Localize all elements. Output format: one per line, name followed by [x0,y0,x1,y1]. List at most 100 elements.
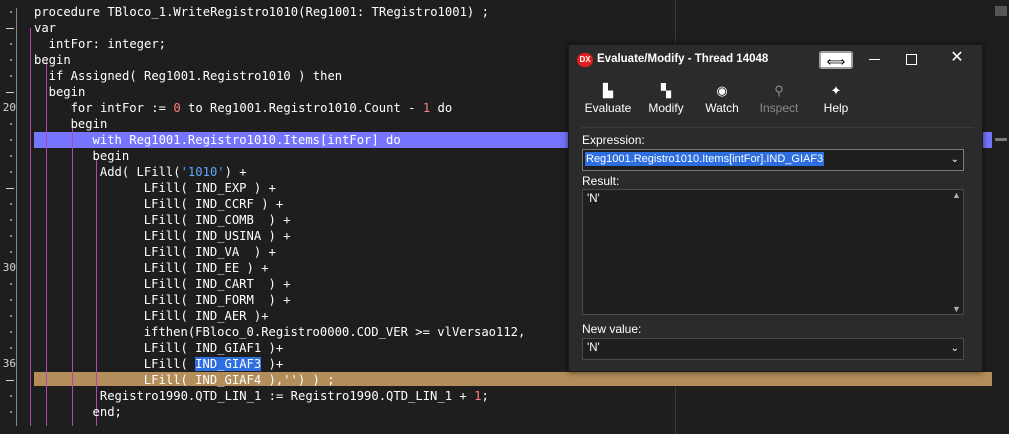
code-line[interactable]: begin [93,148,130,164]
fold-line [16,8,17,426]
dock-toggle-button[interactable]: ⟺ [819,51,853,69]
line-marker [6,28,14,29]
code-line[interactable]: intFor: integer; [49,36,166,52]
expression-label: Expression: [582,133,645,147]
watch-icon: ◉ [716,83,728,98]
chevron-down-icon[interactable]: ⌄ [951,343,959,354]
code-token: LFill( IND_VA ) + [143,245,276,259]
code-line[interactable]: LFill( IND_GIAF4 ),'') ) ; [144,372,335,388]
code-line[interactable]: procedure TBloco_1.WriteRegistro1010(Reg… [34,4,489,20]
code-line[interactable]: begin [34,52,71,68]
watch-button[interactable]: ◉ Watch [697,83,747,119]
inspect-label: Inspect [759,101,799,115]
editor-gutter: 20 30 36 [0,0,26,434]
code-token: '1010' [180,165,225,179]
line-dot [10,395,12,397]
code-token: LFill( IND_GIAF1 )+ [143,341,284,355]
toolbar-separator [581,127,974,128]
code-line[interactable]: LFill( IND_GIAF1 )+ [144,340,283,356]
modify-label: Modify [648,101,684,115]
code-token: LFill( IND_EXP ) + [143,181,276,195]
expression-input[interactable]: Reg1001.Registro1010.Items[intFor].IND_G… [585,152,825,166]
code-token: begin [70,117,108,131]
help-button[interactable]: ✦ Help [815,83,857,119]
line-dot [10,331,12,333]
code-line[interactable]: for intFor := 0 to Reg1001.Registro1010.… [71,100,453,116]
code-line[interactable]: LFill( IND_CART ) + [144,276,291,292]
new-value-input[interactable]: 'N' [587,342,600,354]
code-line[interactable]: ifthen(FBloco_0.Registro0000.COD_VER >= … [144,324,526,340]
code-line[interactable]: begin [49,84,86,100]
modify-button[interactable]: ▚ Modify [639,83,693,119]
selected-identifier: IND_GIAF3 [195,357,262,371]
code-line[interactable]: end; [93,404,122,420]
dx-logo-icon: DX [577,53,593,67]
code-token: LFill( IND_FORM ) + [143,293,291,307]
block-guide-line [46,60,47,426]
block-guide-line [30,28,31,426]
code-line[interactable]: LFill( IND_CCRF ) + [144,196,283,212]
code-token: ifthen(FBloco_0.Registro0000.COD_VER >= … [143,325,526,339]
line-number: 30 [2,261,16,274]
code-line[interactable]: LFill( IND_EXP ) + [144,180,276,196]
result-scrollbar[interactable]: ▲ ▼ [950,190,963,314]
block-guide-line [96,160,97,426]
code-token: with Reg1001.Registro1010.Items[intFor] … [92,133,401,147]
code-token: LFill( IND_EE ) + [143,261,269,275]
evaluate-button[interactable]: ▙ Evaluate [579,83,637,119]
code-token: if Assigned( Reg1001.Registro1010 ) then [48,69,343,83]
line-dot [10,203,12,205]
code-line[interactable]: LFill( IND_EE ) + [144,260,269,276]
code-token: ; [481,389,489,403]
inspect-button[interactable]: ⚲ Inspect [753,83,805,119]
help-icon: ✦ [830,83,842,98]
code-token: 0 [173,101,181,115]
scroll-up-icon[interactable]: ▲ [952,190,961,200]
code-line[interactable]: LFill( IND_COMB ) + [144,212,291,228]
line-dot [10,11,12,13]
code-line[interactable]: LFill( IND_USINA ) + [144,228,291,244]
scroll-down-icon[interactable]: ▼ [952,304,961,314]
evaluate-modify-dialog[interactable]: DX Evaluate/Modify - Thread 14048 ⟺ ✕ ▙ … [568,44,983,372]
code-token: var [34,21,57,35]
result-label: Result: [582,174,620,188]
close-button[interactable]: ✕ [949,50,965,66]
code-line[interactable]: Add( LFill('1010') + [100,164,247,180]
scroll-thumb[interactable] [995,6,1007,16]
line-dot [10,75,12,77]
new-value-combobox[interactable]: 'N' ⌄ [582,338,964,360]
dialog-titlebar[interactable]: DX Evaluate/Modify - Thread 14048 ⟺ ✕ [569,45,982,75]
code-token: to Reg1001.Registro1010.Count - [180,101,423,115]
evaluate-label: Evaluate [584,101,632,115]
code-line[interactable]: Registro1990.QTD_LIN_1 := Registro1990.Q… [100,388,489,404]
code-line[interactable]: LFill( IND_AER )+ [144,308,269,324]
watch-label: Watch [705,101,739,115]
line-dot [10,235,12,237]
code-token: Add( LFill( [99,165,181,179]
result-textarea[interactable]: 'N' ▲ ▼ [582,189,964,315]
code-line[interactable]: var [34,20,56,36]
code-line[interactable]: begin [71,116,108,132]
code-line[interactable]: LFill( IND_FORM ) + [144,292,291,308]
editor-vertical-scrollbar[interactable] [992,0,1009,434]
evaluate-icon: ▙ [603,83,613,98]
chevron-down-icon[interactable]: ⌄ [951,154,959,165]
code-token: LFill( IND_COMB ) + [143,213,291,227]
line-number: 36 [2,357,16,370]
code-token: Registro1990.QTD_LIN_1 := Registro1990.Q… [99,389,475,403]
code-line[interactable]: LFill( IND_VA ) + [144,244,276,260]
code-token: LFill( [143,357,196,371]
line-dot [10,123,12,125]
help-label: Help [823,101,849,115]
line-marker [6,92,14,93]
minimize-button[interactable] [869,59,880,60]
line-dot [10,315,12,317]
maximize-button[interactable] [906,54,917,65]
code-token: ) + [224,165,247,179]
expression-combobox[interactable]: Reg1001.Registro1010.Items[intFor].IND_G… [582,149,964,171]
code-line[interactable]: with Reg1001.Registro1010.Items[intFor] … [93,132,401,148]
code-line[interactable]: if Assigned( Reg1001.Registro1010 ) then [49,68,343,84]
code-line[interactable]: LFill( IND_GIAF3 )+ [144,356,283,372]
line-dot [10,43,12,45]
line-dot [10,139,12,141]
